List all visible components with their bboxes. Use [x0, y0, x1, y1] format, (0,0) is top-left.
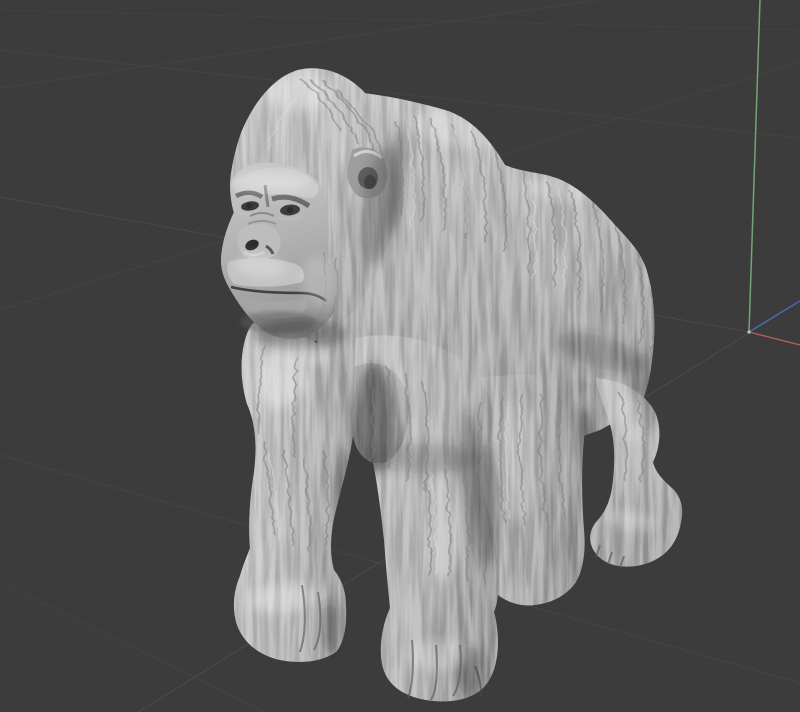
- viewport-3d[interactable]: [0, 0, 800, 712]
- pupil-right: [286, 206, 294, 214]
- pupil-left: [246, 203, 252, 209]
- world-origin-point: [747, 330, 751, 334]
- viewport-canvas: [0, 0, 800, 712]
